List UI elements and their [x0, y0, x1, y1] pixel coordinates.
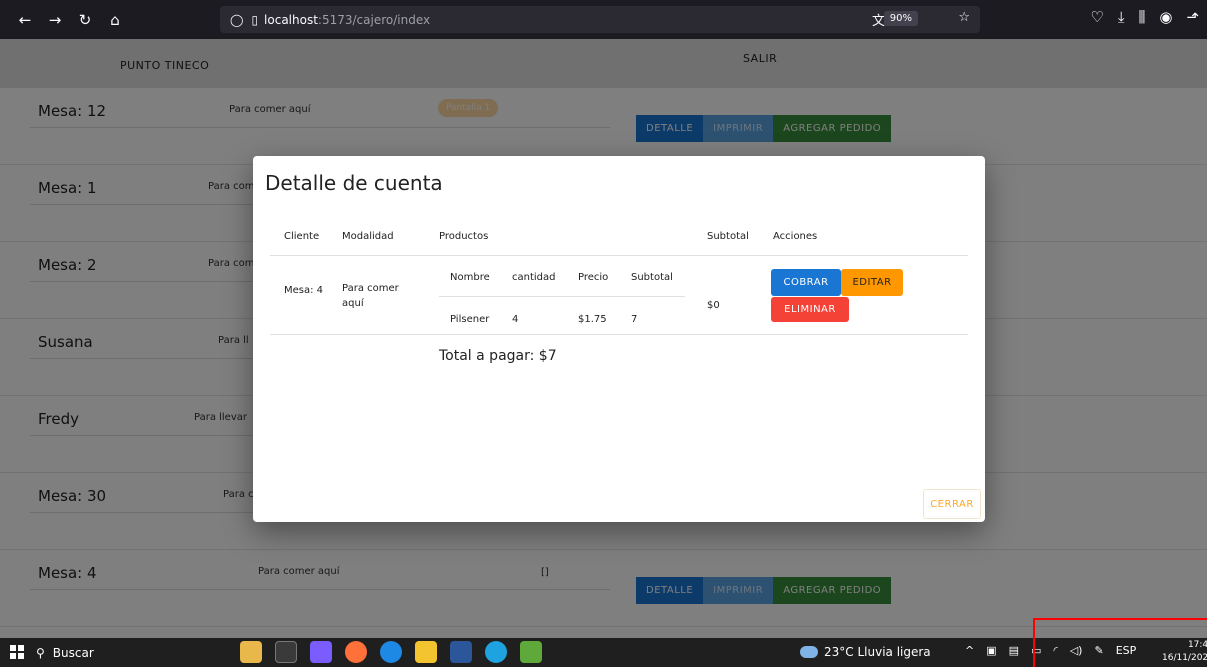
account-detail-dialog: Detalle de cuenta Cliente Modalidad Prod… — [253, 156, 985, 522]
edit-button[interactable]: EDITAR — [841, 269, 903, 296]
chevron-up-icon[interactable]: ^ — [965, 644, 974, 657]
app-tray-icon[interactable]: ▤ — [1009, 644, 1019, 657]
address-bar[interactable]: ◯ ▯ localhost:5173/cajero/index 文 90% ☆ — [220, 6, 980, 33]
back-icon[interactable]: ← — [14, 9, 36, 31]
search-label: Buscar — [52, 646, 94, 660]
wifi-icon[interactable]: ◜ — [1053, 644, 1057, 657]
products-header-precio: Precio — [578, 272, 609, 283]
products-header-nombre: Nombre — [450, 272, 490, 283]
reload-icon[interactable]: ↻ — [74, 9, 96, 31]
products-header-divider — [439, 296, 685, 297]
row-divider — [270, 334, 968, 335]
cell-modalidad: Para comer aquí — [342, 283, 399, 309]
word-icon[interactable] — [450, 641, 472, 663]
col-header-productos: Productos — [439, 231, 489, 242]
pen-icon[interactable]: ✎ — [1094, 644, 1103, 657]
product-subtotal: 7 — [631, 314, 638, 325]
search-icon: ⚲ — [36, 646, 45, 660]
charge-button[interactable]: COBRAR — [771, 269, 841, 296]
pocket-icon[interactable]: ♡ — [1090, 8, 1103, 26]
widgets-icon[interactable] — [240, 641, 262, 663]
col-header-cliente: Cliente — [284, 231, 320, 242]
app-icon[interactable] — [485, 641, 507, 663]
battery-icon[interactable]: ▭ — [1031, 644, 1041, 657]
products-header-subtotal: Subtotal — [631, 272, 673, 283]
nav-buttons: ← → ↻ ⌂ — [14, 9, 126, 31]
taskbar-apps — [240, 641, 542, 663]
language-indicator[interactable]: ESP — [1116, 644, 1137, 657]
weather-text: 23°C Lluvia ligera — [824, 645, 931, 659]
minecraft-icon[interactable] — [520, 641, 542, 663]
product-precio: $1.75 — [578, 314, 607, 325]
home-icon[interactable]: ⌂ — [104, 9, 126, 31]
close-button[interactable]: CERRAR — [923, 489, 981, 519]
task-view-icon[interactable] — [275, 641, 297, 663]
volume-icon[interactable]: ◁) — [1070, 644, 1083, 657]
file-explorer-icon[interactable] — [415, 641, 437, 663]
clock[interactable]: 17:47 16/11/2024 — [1162, 639, 1207, 665]
cell-subtotal: $0 — [707, 300, 720, 311]
windows-start-icon[interactable] — [10, 645, 24, 659]
product-nombre: Pilsener — [450, 314, 490, 325]
download-icon[interactable]: ⤓ — [1118, 8, 1125, 26]
col-header-subtotal: Subtotal — [707, 231, 749, 242]
cell-cliente: Mesa: 4 — [284, 285, 324, 296]
col-header-acciones: Acciones — [773, 231, 818, 242]
products-header-cantidad: cantidad — [512, 272, 556, 283]
copilot-icon[interactable] — [310, 641, 332, 663]
library-icon[interactable]: ⫼ — [1138, 8, 1145, 26]
system-tray: ^ ▣ ▤ ▭ ◜ ◁) ✎ ESP — [965, 644, 1136, 657]
account-icon[interactable]: ◉ — [1159, 8, 1172, 26]
shield-icon: ◯ — [230, 12, 244, 27]
extensions-icon[interactable]: ⬏ — [1186, 8, 1199, 26]
zoom-badge[interactable]: 90% — [883, 11, 918, 26]
header-divider — [270, 255, 968, 256]
edge-icon[interactable] — [380, 641, 402, 663]
page-icon: ▯ — [251, 12, 259, 27]
clock-time: 17:47 — [1187, 640, 1207, 650]
url-path: :5173/cajero/index — [317, 12, 431, 27]
clock-date: 16/11/2024 — [1162, 653, 1207, 663]
taskbar-search[interactable]: ⚲ Buscar — [36, 643, 196, 663]
total-to-pay: Total a pagar: $7 — [439, 348, 557, 364]
col-header-modalidad: Modalidad — [342, 231, 394, 242]
weather-widget[interactable]: 23°C Lluvia ligera — [800, 645, 931, 659]
browser-toolbar: ← → ↻ ⌂ ◯ ▯ localhost:5173/cajero/index … — [0, 0, 1207, 39]
forward-icon[interactable]: → — [44, 9, 66, 31]
delete-button[interactable]: ELIMINAR — [771, 297, 849, 322]
browser-toolbar-right: ♡ ⤓ ⫼ ◉ ⬏ — [1090, 8, 1199, 26]
product-cantidad: 4 — [512, 314, 519, 325]
dialog-title: Detalle de cuenta — [265, 171, 443, 195]
windows-taskbar: ⚲ Buscar 23°C Lluvia ligera ^ ▣ ▤ ▭ ◜ ◁)… — [0, 638, 1207, 667]
firefox-icon[interactable] — [345, 641, 367, 663]
rain-cloud-icon — [800, 646, 818, 658]
device-icon[interactable]: ▣ — [986, 644, 996, 657]
bookmark-star-icon[interactable]: ☆ — [958, 10, 970, 25]
url-host: localhost — [264, 12, 318, 27]
